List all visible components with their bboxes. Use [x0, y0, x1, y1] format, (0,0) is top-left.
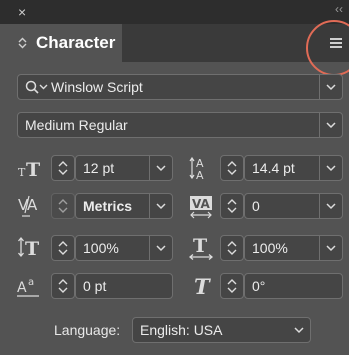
search-icon [25, 80, 48, 94]
svg-text:T: T [18, 166, 26, 179]
horizontal-scale-value: 100% [252, 240, 288, 256]
collapse-panel-button[interactable]: ‹‹ [335, 2, 343, 16]
horizontal-scale-icon: T [188, 235, 216, 261]
leading-stepper[interactable] [220, 155, 244, 181]
tracking-value: 0 [252, 198, 260, 214]
panel-tab-row: Character [0, 24, 349, 62]
font-size-stepper[interactable] [51, 155, 75, 181]
baseline-shift-value: 0 pt [83, 278, 107, 294]
font-size-icon: TT [17, 155, 45, 181]
font-style-value: Medium Regular [25, 117, 128, 133]
panel-titlebar: × ‹‹ [0, 0, 349, 24]
svg-text:T: T [194, 274, 211, 299]
tracking-field[interactable]: 0 [244, 193, 343, 219]
svg-text:T: T [25, 238, 39, 260]
baseline-shift-stepper[interactable] [51, 273, 75, 299]
tab-character[interactable]: Character [0, 24, 122, 62]
leading-dropdown-toggle[interactable] [319, 156, 342, 180]
tracking-dropdown-toggle[interactable] [319, 194, 342, 218]
tracking-icon: VA [188, 193, 216, 219]
kerning-icon: VA [17, 193, 45, 219]
tab-expand-icon[interactable] [18, 37, 27, 52]
panel-title: Character [36, 33, 116, 52]
font-size-dropdown-toggle[interactable] [149, 156, 172, 180]
svg-text:T: T [193, 235, 207, 257]
vertical-scale-field[interactable]: 100% [75, 235, 173, 261]
font-style-dropdown[interactable]: Medium Regular [17, 112, 343, 138]
panel-menu-icon[interactable] [330, 38, 342, 48]
skew-icon: T [188, 273, 216, 299]
skew-value: 0° [252, 278, 266, 294]
language-dropdown-toggle[interactable] [288, 318, 310, 342]
leading-field[interactable]: 14.4 pt [244, 155, 343, 181]
horizontal-scale-field[interactable]: 100% [244, 235, 343, 261]
svg-text:a: a [28, 277, 34, 288]
svg-text:A: A [17, 280, 27, 296]
svg-text:A: A [196, 169, 204, 181]
font-family-dropdown-toggle[interactable] [319, 75, 342, 99]
vertical-scale-stepper[interactable] [51, 235, 75, 261]
language-value: English: USA [140, 322, 223, 338]
font-style-dropdown-toggle[interactable] [319, 113, 342, 137]
tracking-stepper[interactable] [220, 193, 244, 219]
font-family-field[interactable]: Winslow Script [25, 79, 143, 95]
baseline-shift-icon: Aa [17, 273, 45, 299]
horizontal-scale-dropdown-toggle[interactable] [319, 236, 342, 260]
font-size-field[interactable]: 12 pt [75, 155, 173, 181]
baseline-shift-field[interactable]: 0 pt [75, 273, 173, 299]
language-label: Language: [54, 322, 121, 338]
kerning-stepper[interactable] [51, 193, 75, 219]
font-family-dropdown[interactable]: Winslow Script [17, 74, 343, 100]
skew-stepper[interactable] [220, 273, 244, 299]
vertical-scale-icon: T [17, 235, 45, 261]
close-panel-button[interactable]: × [18, 4, 26, 20]
leading-value: 14.4 pt [252, 160, 295, 176]
leading-icon: AA [188, 155, 216, 182]
language-dropdown[interactable]: English: USA [132, 317, 311, 343]
vertical-scale-value: 100% [83, 240, 119, 256]
font-size-value: 12 pt [83, 160, 115, 176]
kerning-value: Metrics [83, 198, 133, 214]
kerning-dropdown-toggle[interactable] [149, 194, 172, 218]
svg-text:T: T [26, 159, 40, 181]
skew-field[interactable]: 0° [244, 273, 343, 299]
horizontal-scale-stepper[interactable] [220, 235, 244, 261]
vertical-scale-dropdown-toggle[interactable] [149, 236, 172, 260]
font-family-value: Winslow Script [51, 79, 143, 95]
kerning-field[interactable]: Metrics [75, 193, 173, 219]
svg-text:VA: VA [192, 197, 210, 211]
